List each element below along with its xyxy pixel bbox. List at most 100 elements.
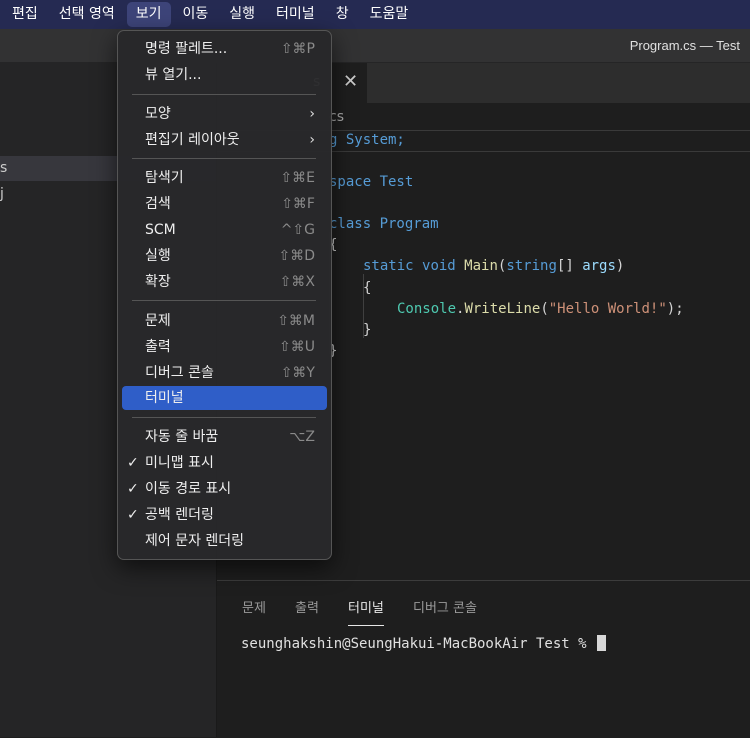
menu-item-open-view[interactable]: 뷰 열기... [122, 63, 327, 87]
code-line-namespace: space Test [329, 172, 413, 192]
code-line-class: class Program [329, 214, 439, 234]
checkmark-icon: ✓ [127, 481, 139, 497]
menu-item-render-control-characters[interactable]: 제어 문자 렌더링 [122, 529, 327, 553]
code-token: "Hello World!" [548, 301, 667, 317]
menu-bar: 편집 선택 영역 보기 이동 실행 터미널 창 도움말 [0, 0, 750, 29]
code-token: string [506, 258, 557, 274]
menubar-item-selection[interactable]: 선택 영역 [50, 2, 124, 27]
chevron-right-icon: › [309, 132, 315, 148]
menu-item-output[interactable]: 출력 ⇧⌘U [122, 335, 327, 359]
chevron-right-icon: › [309, 106, 315, 122]
menu-item-explorer[interactable]: 탐색기 ⇧⌘E [122, 166, 327, 190]
menu-item-label: 실행 [145, 248, 171, 264]
menu-item-label: 제어 문자 렌더링 [145, 533, 245, 549]
bottom-panel: 문제 출력 터미널 디버그 콘솔 seunghakshin@SeungHakui… [217, 580, 750, 738]
menubar-item-go[interactable]: 이동 [174, 2, 218, 27]
menu-item-label: 탐색기 [145, 170, 184, 186]
menubar-item-help[interactable]: 도움말 [361, 2, 418, 27]
code-line-using: g System; [329, 130, 405, 150]
panel-tab-terminal[interactable]: 터미널 [348, 597, 384, 626]
code-token: Console [397, 301, 457, 317]
menu-item-extensions[interactable]: 확장 ⇧⌘X [122, 270, 327, 294]
menu-item-shortcut: ⇧⌘D [278, 248, 315, 264]
menu-item-appearance[interactable]: 모양 › [122, 102, 327, 126]
code-token: ); [666, 301, 684, 317]
code-token: void [422, 258, 456, 274]
menu-item-command-palette[interactable]: 명령 팔레트... ⇧⌘P [122, 37, 327, 61]
menu-separator [132, 417, 316, 418]
close-icon[interactable]: ✕ [343, 71, 358, 92]
code-line-close-brace: } [363, 322, 372, 338]
menu-item-label: 명령 팔레트... [145, 41, 228, 57]
explorer-file-label: s [0, 160, 8, 176]
code-token: static [363, 258, 414, 274]
explorer-file-label: j [0, 186, 4, 202]
code-token: args [582, 258, 616, 274]
menu-item-shortcut: ⇧⌘X [279, 274, 315, 290]
menu-separator [132, 158, 316, 159]
code-token: ( [540, 301, 549, 317]
menu-item-label: SCM [145, 222, 176, 238]
menu-item-scm[interactable]: SCM ^⇧G [122, 218, 327, 242]
code-token: space Test [329, 174, 414, 190]
code-token: g System; [329, 132, 405, 148]
menu-item-show-minimap[interactable]: ✓ 미니맵 표시 [122, 451, 327, 475]
menu-item-shortcut: ⇧⌘U [279, 339, 315, 355]
menu-item-show-breadcrumbs[interactable]: ✓ 이동 경로 표시 [122, 477, 327, 501]
menu-item-label: 자동 줄 바꿈 [145, 429, 219, 445]
menu-item-label: 모양 [145, 106, 171, 122]
menubar-item-run[interactable]: 실행 [220, 2, 264, 27]
code-line-main: static void Main(string[] args) [363, 256, 624, 276]
terminal-output[interactable]: seunghakshin@SeungHakui-MacBookAir Test … [241, 635, 607, 652]
code-token: [] [556, 258, 583, 274]
menu-item-label: 뷰 열기... [145, 67, 202, 83]
code-token: ) [615, 258, 625, 274]
menu-item-label: 문제 [145, 313, 171, 329]
menu-item-label: 확장 [145, 274, 171, 290]
menu-item-shortcut: ⇧⌘F [281, 196, 315, 212]
panel-tab-debug-console[interactable]: 디버그 콘솔 [413, 597, 477, 619]
menu-item-label: 편집기 레이아웃 [145, 132, 240, 148]
menubar-item-view[interactable]: 보기 [126, 2, 171, 27]
menu-item-editor-layout[interactable]: 편집기 레이아웃 › [122, 128, 327, 152]
title-bar: Program.cs — Test [0, 29, 750, 63]
menu-item-run[interactable]: 실행 ⇧⌘D [122, 244, 327, 268]
menu-separator [132, 94, 316, 95]
checkmark-icon: ✓ [127, 507, 139, 523]
menu-item-label: 미니맵 표시 [145, 455, 214, 471]
terminal-cursor [597, 635, 607, 651]
menu-item-shortcut: ⌥Z [289, 429, 315, 445]
view-menu-dropdown: 명령 팔레트... ⇧⌘P 뷰 열기... 모양 › 편집기 레이아웃 › 탐색기 ⇧⌘… [117, 30, 332, 560]
window-title: Program.cs — Test [629, 38, 740, 53]
menu-item-label: 검색 [145, 196, 171, 212]
code-line-writeline: Console.WriteLine("Hello World!"); [397, 299, 684, 319]
menu-item-label: 이동 경로 표시 [145, 481, 232, 497]
menu-item-label: 출력 [145, 339, 171, 355]
menu-item-shortcut: ⇧⌘M [277, 313, 315, 329]
code-token: class Program [329, 216, 439, 232]
menu-item-shortcut: ⇧⌘Y [280, 365, 315, 381]
code-token: WriteLine [464, 301, 541, 317]
panel-tab-output[interactable]: 출력 [295, 597, 319, 619]
code-line-open-brace: { [363, 280, 372, 296]
menu-item-shortcut: ⇧⌘E [280, 170, 315, 186]
menu-item-debug-console[interactable]: 디버그 콘솔 ⇧⌘Y [122, 361, 327, 385]
menu-item-shortcut: ⇧⌘P [280, 41, 315, 57]
menu-item-render-whitespace[interactable]: ✓ 공백 렌더링 [122, 503, 327, 527]
menu-separator [132, 300, 316, 301]
menu-item-label: 공백 렌더링 [145, 507, 214, 523]
terminal-prompt: seunghakshin@SeungHakui-MacBookAir Test … [241, 636, 596, 652]
menubar-item-edit[interactable]: 편집 [3, 2, 47, 27]
menu-item-problems[interactable]: 문제 ⇧⌘M [122, 309, 327, 333]
code-token: Main [464, 258, 498, 274]
menu-item-search[interactable]: 검색 ⇧⌘F [122, 192, 327, 216]
menu-item-terminal[interactable]: 터미널 [122, 386, 327, 410]
menubar-item-window[interactable]: 창 [327, 2, 358, 27]
menubar-item-terminal[interactable]: 터미널 [267, 2, 324, 27]
panel-tab-problems[interactable]: 문제 [242, 597, 266, 619]
checkmark-icon: ✓ [127, 455, 139, 471]
menu-item-shortcut: ^⇧G [280, 222, 315, 238]
menu-item-word-wrap[interactable]: 자동 줄 바꿈 ⌥Z [122, 425, 327, 449]
menu-item-label: 터미널 [145, 390, 184, 406]
menu-item-label: 디버그 콘솔 [145, 365, 214, 381]
